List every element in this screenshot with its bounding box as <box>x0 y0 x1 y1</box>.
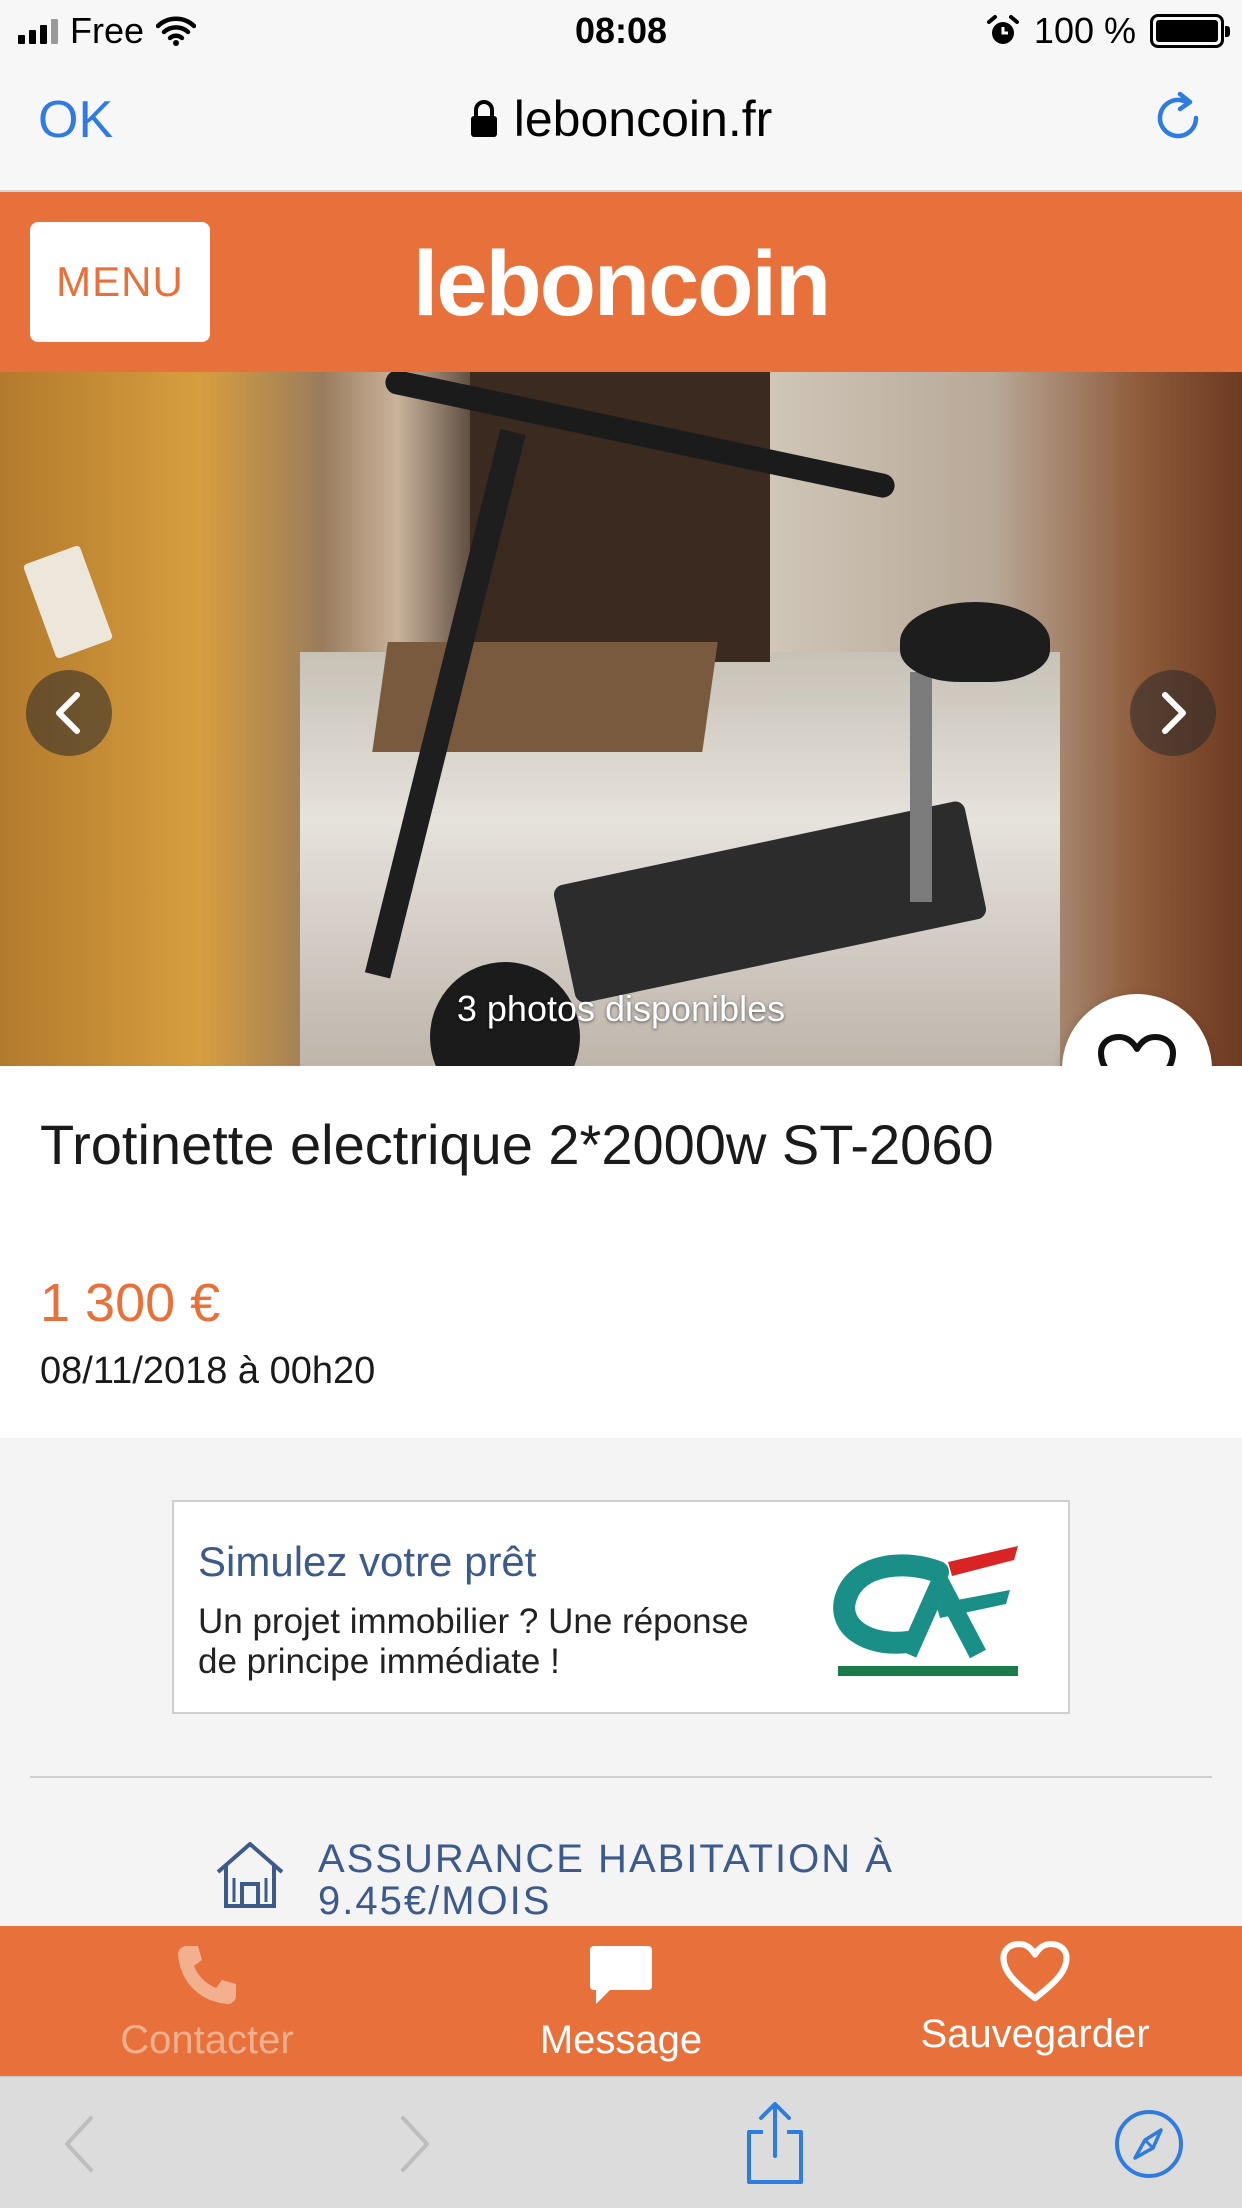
save-label: Sauvegarder <box>920 2012 1150 2056</box>
insurance-link[interactable]: ASSURANCE HABITATION À 9.45€/MOIS <box>212 1838 938 1922</box>
loan-ad-banner[interactable]: Simulez votre prêt Un projet immobilier … <box>172 1500 1070 1714</box>
ad-title: Simulez votre prêt <box>198 1538 537 1585</box>
alarm-icon <box>986 15 1019 44</box>
lower-section: Simulez votre prêt Un projet immobilier … <box>0 1438 1242 1926</box>
contact-label: Contacter <box>120 2018 294 2062</box>
photo-scooter-seatpost <box>910 672 932 902</box>
phone-icon <box>178 1946 236 2004</box>
message-button[interactable]: Message <box>414 1926 828 2076</box>
chevron-left-icon <box>56 692 80 734</box>
address-bar[interactable]: leboncoin.fr <box>0 90 1242 148</box>
listing-price: 1 300 € <box>40 1273 221 1333</box>
forward-button[interactable] <box>370 2099 460 2189</box>
message-label: Message <box>539 2018 703 2062</box>
lock-icon <box>470 100 497 137</box>
photo-light-switch <box>22 544 114 660</box>
compass-button[interactable] <box>1104 2099 1194 2189</box>
site-logo[interactable]: leboncoin <box>0 232 1242 337</box>
url-text: leboncoin.fr <box>513 91 773 147</box>
listing-info: Trotinette electrique 2*2000w ST-2060 1 … <box>0 1066 1242 1438</box>
status-right: 100 % <box>986 10 1230 52</box>
listing-title: Trotinette electrique 2*2000w ST-2060 <box>40 1113 994 1176</box>
site-header: MENU leboncoin <box>0 192 1242 372</box>
chat-bubble-icon <box>590 1946 652 2004</box>
chevron-right-icon <box>401 2116 429 2172</box>
battery-percent: 100 % <box>1033 10 1136 51</box>
photo-count-caption: 3 photos disponibles <box>456 988 786 1029</box>
heart-icon <box>1000 1940 1070 2002</box>
contact-button[interactable]: Contacter <box>0 1926 414 2076</box>
battery-icon <box>1150 14 1230 48</box>
chevron-right-icon <box>1162 692 1186 734</box>
previous-photo-button[interactable] <box>26 670 112 756</box>
compass-icon <box>1115 2110 1183 2178</box>
back-button[interactable] <box>34 2099 124 2189</box>
next-photo-button[interactable] <box>1130 670 1216 756</box>
chevron-left-icon <box>65 2116 93 2172</box>
browser-bar: OK leboncoin.fr <box>0 62 1242 192</box>
browser-toolbar <box>0 2076 1242 2208</box>
share-icon <box>747 2102 803 2184</box>
status-bar: Free 08:08 100 % <box>0 0 1242 62</box>
credit-agricole-logo <box>833 1546 1018 1676</box>
ad-body: Un projet immobilier ? Une réponse de pr… <box>198 1602 749 1681</box>
house-icon <box>216 1842 284 1908</box>
section-divider <box>30 1776 1212 1778</box>
photo-scooter-seat <box>900 602 1050 682</box>
action-bar: Contacter Message Sauvegarder <box>0 1926 1242 2076</box>
reload-icon[interactable] <box>1150 88 1210 148</box>
save-button[interactable]: Sauvegarder <box>828 1926 1242 2076</box>
insurance-text: ASSURANCE HABITATION À 9.45€/MOIS <box>318 1837 894 1923</box>
listing-date: 08/11/2018 à 00h20 <box>40 1350 376 1392</box>
share-button[interactable] <box>730 2099 820 2189</box>
listing-photo[interactable]: 3 photos disponibles <box>0 372 1242 1066</box>
